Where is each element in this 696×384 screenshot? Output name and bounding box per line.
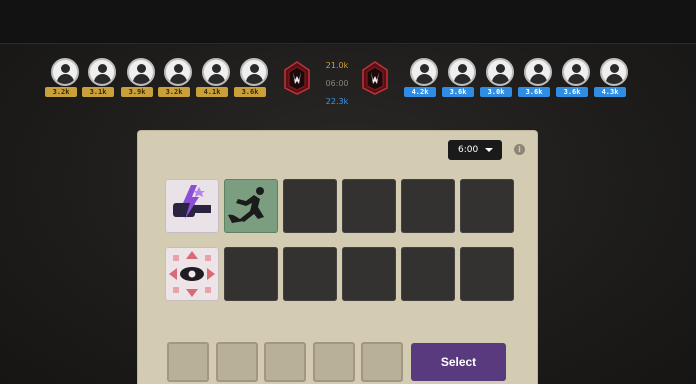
player-rating: 3.2k — [45, 87, 77, 97]
selection-slot-4[interactable] — [313, 342, 355, 382]
avatar-icon — [448, 58, 476, 86]
player-left-5[interactable]: 4.1k — [196, 58, 236, 100]
card-slot-9[interactable] — [283, 247, 337, 301]
selection-slot-3[interactable] — [264, 342, 306, 382]
card-slot-7[interactable] — [165, 247, 219, 301]
player-rating: 3.6k — [234, 87, 266, 97]
avatar-icon — [51, 58, 79, 86]
team-left-emblem-icon — [284, 61, 310, 95]
player-rating: 3.2k — [158, 87, 190, 97]
info-icon[interactable]: i — [514, 144, 525, 155]
player-rating: 3.1k — [82, 87, 114, 97]
player-right-2[interactable]: 3.6k — [442, 58, 482, 100]
avatar-icon — [562, 58, 590, 86]
avatar-icon — [88, 58, 116, 86]
avatar-icon — [600, 58, 628, 86]
top-bar — [0, 0, 696, 44]
player-rating: 3.9k — [121, 87, 153, 97]
match-timer: 06:00 — [325, 79, 349, 88]
select-button[interactable]: Select — [411, 343, 506, 381]
player-rating: 4.1k — [196, 87, 228, 97]
runner-icon — [228, 187, 264, 223]
player-left-1[interactable]: 3.2k — [45, 58, 85, 100]
player-right-4[interactable]: 3.6k — [518, 58, 558, 100]
card-slot-8[interactable] — [224, 247, 278, 301]
player-right-5[interactable]: 3.6k — [556, 58, 596, 100]
player-right-3[interactable]: 3.0k — [480, 58, 520, 100]
avatar-icon — [164, 58, 192, 86]
player-left-6[interactable]: 3.6k — [234, 58, 274, 100]
card-slot-2[interactable] — [224, 179, 278, 233]
chevron-down-icon — [485, 148, 493, 152]
card-slot-4[interactable] — [342, 179, 396, 233]
time-select-value: 6:00 — [458, 145, 479, 155]
card-slot-12[interactable] — [460, 247, 514, 301]
player-right-1[interactable]: 4.2k — [404, 58, 444, 100]
selection-slot-5[interactable] — [361, 342, 403, 382]
player-left-2[interactable]: 3.1k — [82, 58, 122, 100]
avatar-icon — [410, 58, 438, 86]
player-rating: 3.6k — [442, 87, 474, 97]
card-slot-11[interactable] — [401, 247, 455, 301]
player-rating: 4.3k — [594, 87, 626, 97]
card-select-panel: 6:00 i Select — [138, 131, 537, 384]
player-rating: 3.0k — [480, 87, 512, 97]
player-right-6[interactable]: 4.3k — [594, 58, 634, 100]
right-total: 22.3k — [325, 97, 349, 106]
avatar-icon — [524, 58, 552, 86]
lightning-fist-icon — [173, 185, 211, 219]
card-slot-6[interactable] — [460, 179, 514, 233]
score-board: 21.0k 06:00 22.3k — [318, 57, 356, 111]
player-rating: 4.2k — [404, 87, 436, 97]
player-left-4[interactable]: 3.2k — [158, 58, 198, 100]
card-slot-1[interactable] — [165, 179, 219, 233]
player-left-3[interactable]: 3.9k — [121, 58, 161, 100]
avatar-icon — [202, 58, 230, 86]
card-slot-5[interactable] — [401, 179, 455, 233]
selection-slot-1[interactable] — [167, 342, 209, 382]
selection-slot-2[interactable] — [216, 342, 258, 382]
eye-icon — [169, 251, 215, 297]
time-select[interactable]: 6:00 — [448, 140, 502, 160]
player-rating: 3.6k — [518, 87, 550, 97]
team-right-emblem-icon — [362, 61, 388, 95]
avatar-icon — [240, 58, 268, 86]
card-slot-10[interactable] — [342, 247, 396, 301]
left-total: 21.0k — [325, 61, 349, 70]
player-rating: 3.6k — [556, 87, 588, 97]
avatar-icon — [127, 58, 155, 86]
card-slot-3[interactable] — [283, 179, 337, 233]
avatar-icon — [486, 58, 514, 86]
